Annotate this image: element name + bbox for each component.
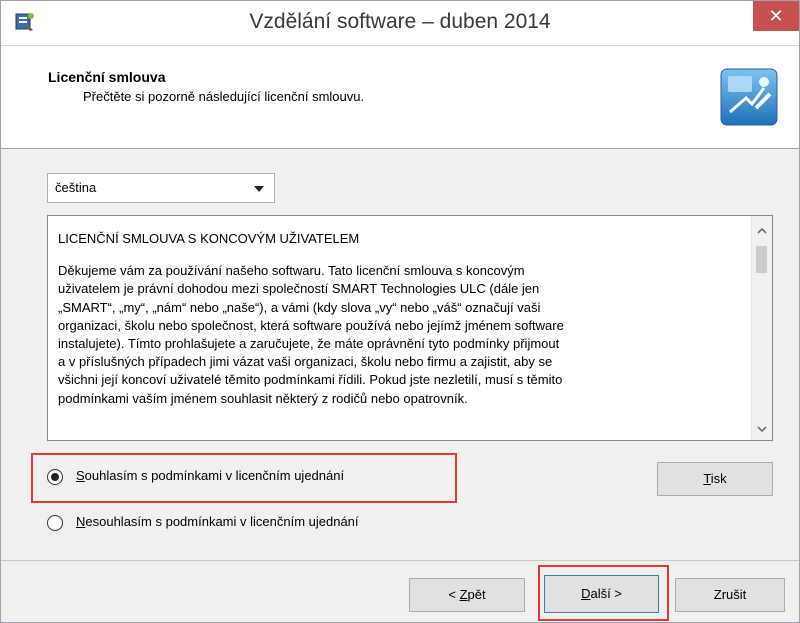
back-button[interactable]: < Zpět (409, 578, 525, 612)
license-line: instalujete). Tímto prohlašujete a zaruč… (58, 336, 560, 352)
window-title: Vzdělání software – duben 2014 (249, 10, 551, 33)
decline-label[interactable]: Nesouhlasím s podmínkami v licenčním uje… (76, 514, 359, 529)
decline-option[interactable]: Nesouhlasím s podmínkami v licenčním uje… (43, 512, 453, 536)
accept-radio[interactable] (47, 469, 63, 485)
close-button[interactable]: ✕ (753, 1, 799, 31)
page-title: Licenční smlouva (48, 69, 166, 85)
vertical-scrollbar[interactable] (751, 216, 772, 440)
license-line: všichni její koncoví uživatelé těmito po… (58, 372, 563, 388)
scroll-up-arrow[interactable] (752, 222, 772, 240)
cancel-button[interactable]: Zrušit (675, 578, 785, 612)
license-line: Děkujeme vám za používání našeho softwar… (58, 263, 525, 279)
title-bar: Vzdělání software – duben 2014 ✕ (1, 1, 799, 46)
accept-label[interactable]: Souhlasím s podmínkami v licenčním ujedn… (76, 468, 344, 483)
chevron-down-icon (254, 186, 264, 192)
scroll-down-arrow[interactable] (752, 420, 772, 438)
close-icon: ✕ (768, 6, 784, 26)
license-text-box[interactable]: LICENČNÍ SMLOUVA S KONCOVÝM UŽIVATELEM D… (47, 215, 773, 441)
page-subtitle: Přečtěte si pozorně následující licenční… (83, 89, 365, 104)
license-text: LICENČNÍ SMLOUVA S KONCOVÝM UŽIVATELEM D… (58, 230, 746, 408)
license-line: a v příslušných případech jimi vázat vaš… (58, 354, 553, 370)
smart-board-icon (720, 68, 778, 126)
license-heading: LICENČNÍ SMLOUVA S KONCOVÝM UŽIVATELEM (58, 231, 360, 246)
license-line: organizaci, školu nebo společnost, která… (58, 317, 564, 333)
page-header: Licenční smlouva Přečtěte si pozorně nás… (1, 46, 799, 149)
decline-radio[interactable] (47, 515, 63, 531)
installer-window: Vzdělání software – duben 2014 ✕ Licenčn… (0, 0, 800, 623)
license-paragraph: Děkujeme vám za používání našeho softwar… (58, 262, 746, 408)
language-select[interactable]: čeština (47, 173, 275, 203)
license-line: podmínkami vaším jménem souhlasit někter… (58, 390, 468, 406)
language-select-value: čeština (55, 180, 97, 195)
license-line: uživatelem je právní dohodou mezi společ… (58, 281, 540, 297)
footer-divider (1, 560, 799, 561)
accept-option[interactable]: Souhlasím s podmínkami v licenčním ujedn… (43, 466, 453, 490)
license-line: „SMART“, „my“, „nám“ nebo „naše“), a vám… (58, 299, 541, 315)
next-button[interactable]: Další > (544, 575, 659, 613)
scrollbar-thumb[interactable] (756, 246, 767, 273)
print-button[interactable]: Tisk (657, 462, 773, 496)
